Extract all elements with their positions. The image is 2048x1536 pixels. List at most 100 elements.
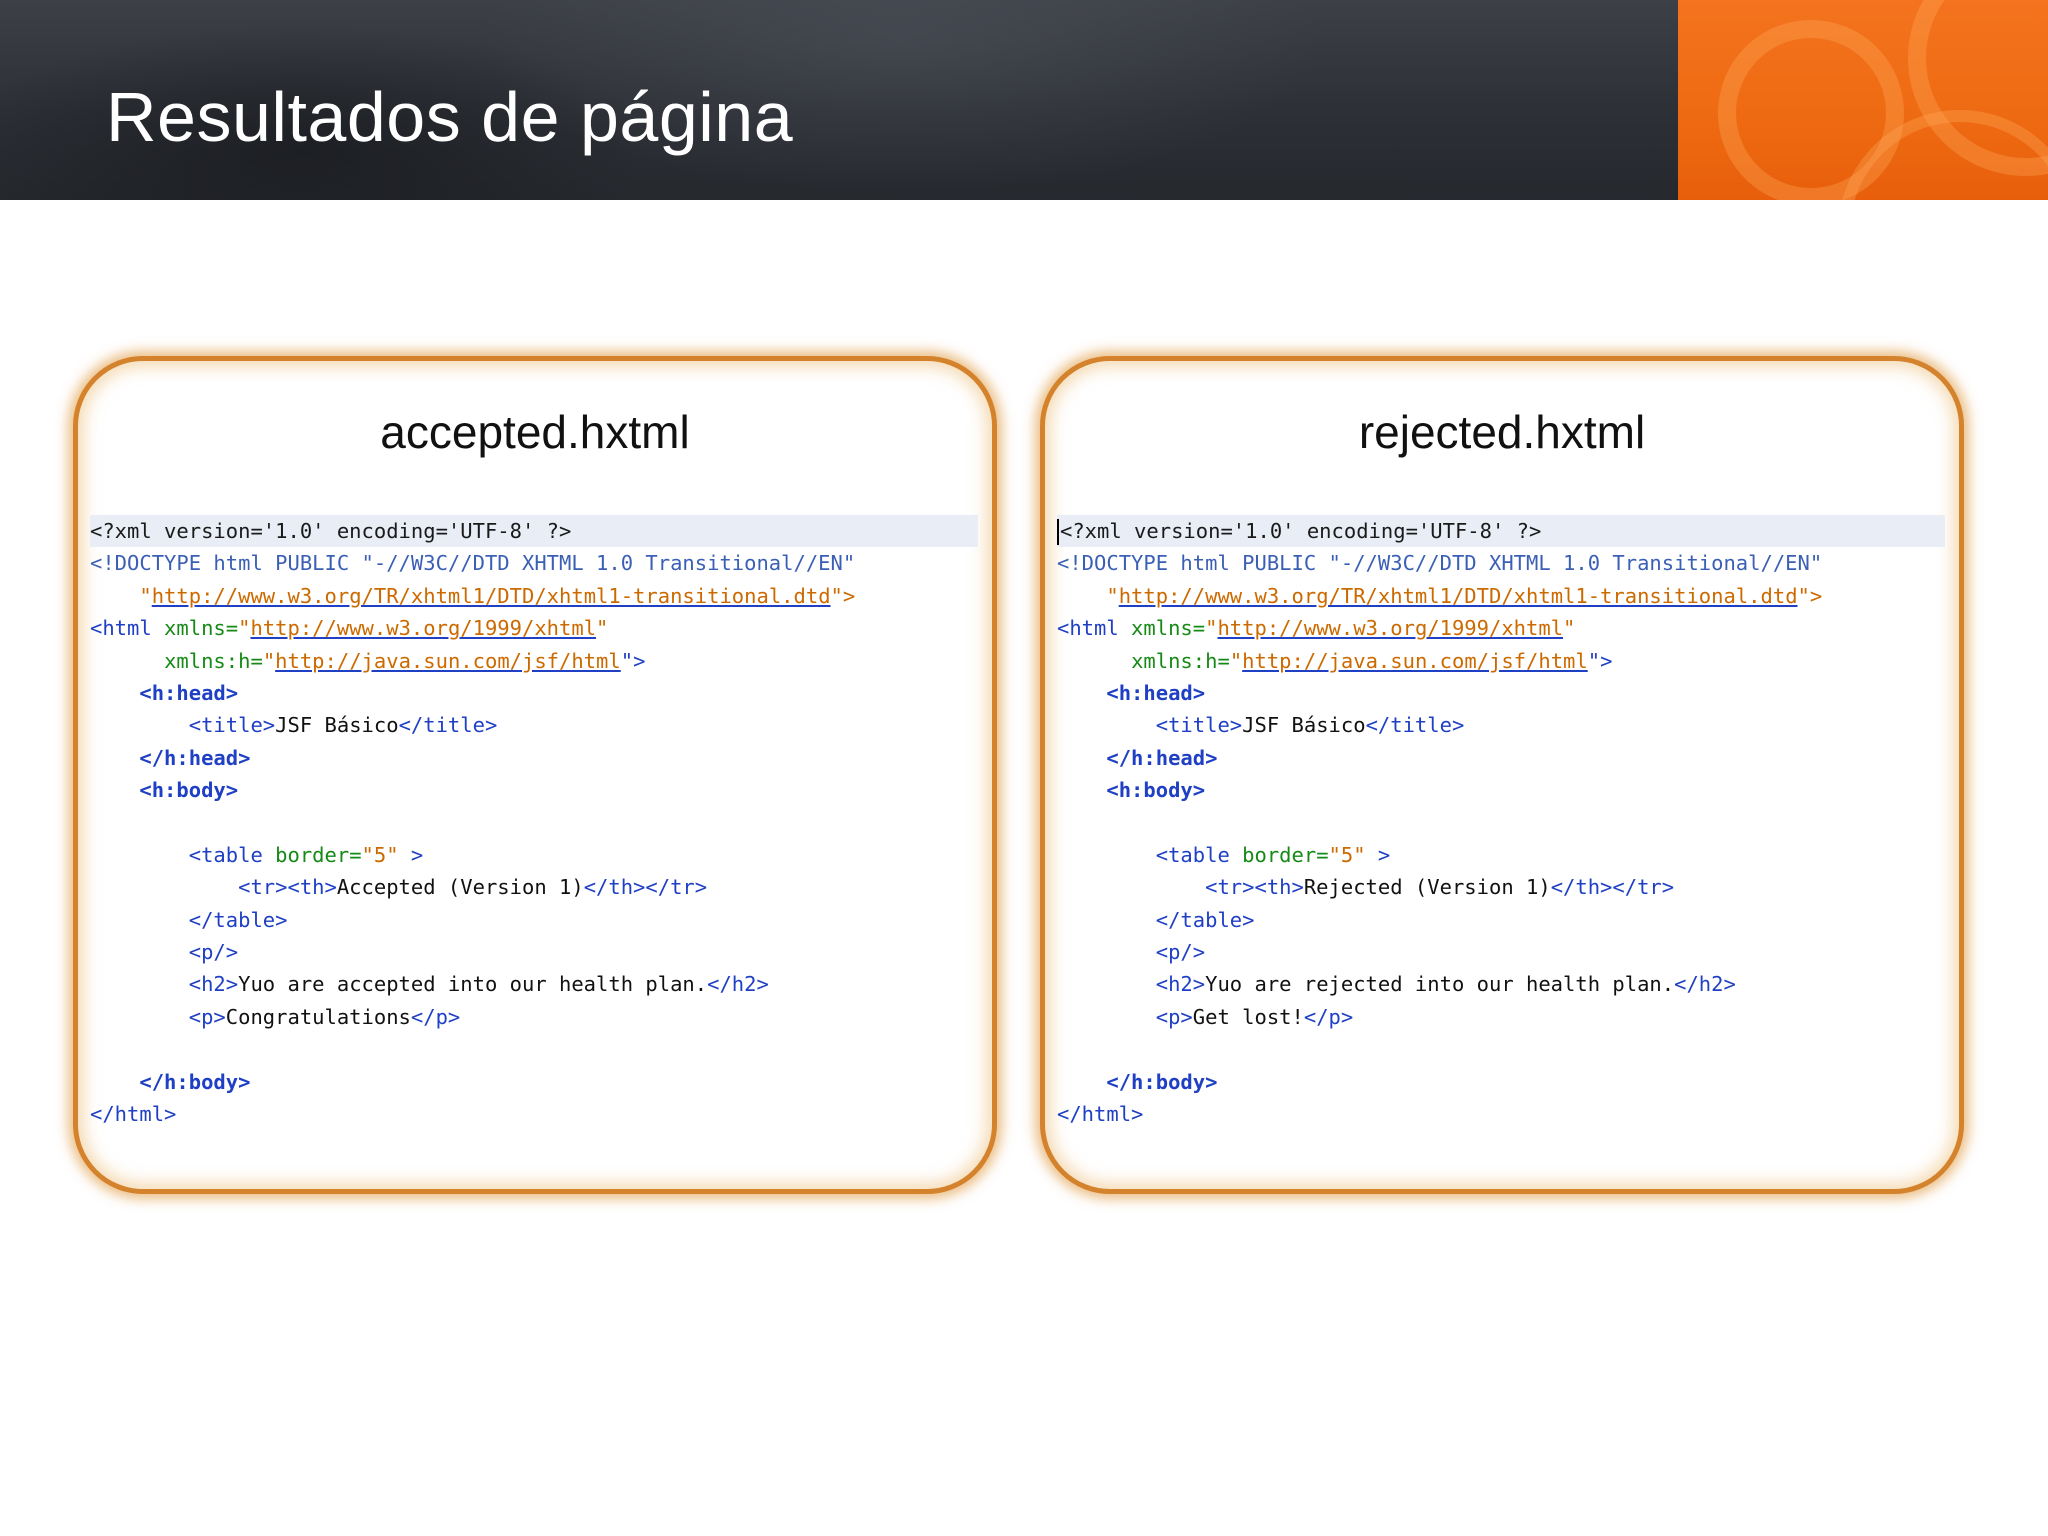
accepted-code-panel: accepted.hxtml <?xml version='1.0' encod…: [73, 356, 997, 1194]
tag: </h:head>: [90, 745, 251, 770]
tag: </title>: [1365, 713, 1465, 738]
attribute: xmlns:h=: [1131, 648, 1230, 673]
code-line: </html>: [90, 1098, 978, 1130]
tag: </th></tr>: [1550, 875, 1675, 900]
panel-title: rejected.hxtml: [1358, 406, 1646, 458]
code-line: <p/>: [90, 936, 978, 968]
code-line: <?xml version='1.0' encoding='UTF-8' ?>: [90, 515, 978, 548]
attribute: border=: [262, 842, 362, 867]
code-line: <?xml version='1.0' encoding='UTF-8' ?>: [1057, 515, 1945, 548]
code-line: xmlns:h="http://java.sun.com/jsf/html">: [1057, 645, 1945, 677]
code-line: </h:head>: [90, 742, 978, 774]
code-line: <p/>: [1057, 936, 1945, 968]
code-line: </html>: [1057, 1098, 1945, 1130]
text: Rejected (Version 1): [1303, 875, 1551, 900]
code-line: "http://www.w3.org/TR/xhtml1/DTD/xhtml1-…: [1057, 580, 1945, 612]
code-line: <title>JSF Básico</title>: [1057, 709, 1945, 741]
tag: <h:body>: [1057, 778, 1206, 803]
tag: >: [1365, 842, 1391, 867]
attribute-value: "5": [361, 842, 399, 867]
tag: </h2>: [707, 972, 769, 997]
quote: ": [1057, 583, 1119, 608]
tag: </h:head>: [1057, 745, 1218, 770]
attribute-value: "5": [1328, 842, 1366, 867]
text: JSF Básico: [275, 713, 399, 738]
jsf-namespace-link[interactable]: http://java.sun.com/jsf/html: [1242, 649, 1588, 673]
quote: ": [90, 583, 152, 608]
code-line: "http://www.w3.org/TR/xhtml1/DTD/xhtml1-…: [90, 580, 978, 612]
text: Yuo are accepted into our health plan.: [238, 972, 708, 997]
tag: <html: [90, 616, 152, 641]
text: Accepted (Version 1): [336, 875, 584, 900]
code-line: <h2>Yuo are accepted into our health pla…: [90, 968, 978, 1000]
tag: ">: [620, 648, 646, 673]
code-listing: <?xml version='1.0' encoding='UTF-8' ?> …: [90, 515, 978, 1130]
tag: <h2>: [90, 972, 239, 997]
code-listing: <?xml version='1.0' encoding='UTF-8' ?> …: [1057, 515, 1945, 1130]
rejected-code-panel: rejected.hxtml <?xml version='1.0' encod…: [1040, 356, 1964, 1194]
attribute: border=: [1229, 842, 1329, 867]
quote: ": [1205, 616, 1218, 641]
code-line: <tr><th>Rejected (Version 1)</th></tr>: [1057, 871, 1945, 903]
tag: ">: [1587, 648, 1613, 673]
jsf-namespace-link[interactable]: http://java.sun.com/jsf/html: [275, 649, 621, 673]
code-line: <table border="5" >: [1057, 839, 1945, 871]
code-line: <title>JSF Básico</title>: [90, 709, 978, 741]
tag: <p/>: [90, 940, 239, 965]
text: Yuo are rejected into our health plan.: [1205, 972, 1675, 997]
code-line: xmlns:h="http://java.sun.com/jsf/html">: [90, 645, 978, 677]
tag: </title>: [398, 713, 498, 738]
code-line: </table>: [1057, 904, 1945, 936]
dtd-link[interactable]: http://www.w3.org/TR/xhtml1/DTD/xhtml1-t…: [152, 584, 831, 608]
text-cursor: [1057, 519, 1059, 545]
quote: ": [1229, 648, 1243, 673]
xhtml-namespace-link[interactable]: http://www.w3.org/1999/xhtml: [250, 616, 596, 640]
tag: >: [398, 842, 424, 867]
xhtml-namespace-link[interactable]: http://www.w3.org/1999/xhtml: [1217, 616, 1563, 640]
tag: </table>: [90, 907, 288, 932]
code-line: </h:body>: [90, 1066, 978, 1098]
tag: <p/>: [1057, 940, 1206, 965]
code-line: <!DOCTYPE html PUBLIC "-//W3C//DTD XHTML…: [90, 547, 978, 579]
quote: ">: [830, 583, 856, 608]
tag: </th></tr>: [583, 875, 708, 900]
code-line: </table>: [90, 904, 978, 936]
tag: <table: [90, 842, 263, 867]
quote: ": [596, 616, 609, 641]
tag: <title>: [1057, 713, 1243, 738]
page-title: Resultados de página: [106, 78, 794, 156]
code-line: <h2>Yuo are rejected into our health pla…: [1057, 968, 1945, 1000]
tag: </h:body>: [90, 1069, 251, 1094]
quote: ": [238, 616, 251, 641]
dtd-link[interactable]: http://www.w3.org/TR/xhtml1/DTD/xhtml1-t…: [1119, 584, 1798, 608]
slide-header: Resultados de página: [0, 0, 2048, 200]
tag: <tr><th>: [1057, 875, 1304, 900]
code-line: <tr><th>Accepted (Version 1)</th></tr>: [90, 871, 978, 903]
tag: <table: [1057, 842, 1230, 867]
quote: ">: [1797, 583, 1823, 608]
tag: </p>: [1303, 1004, 1354, 1029]
quote: ": [262, 648, 276, 673]
attribute: xmlns=: [1118, 616, 1206, 641]
tag: <h:head>: [90, 680, 239, 705]
xml-declaration: <?xml version='1.0' encoding='UTF-8' ?>: [90, 519, 572, 543]
doctype: <!DOCTYPE html PUBLIC "-//W3C//DTD XHTML…: [90, 551, 856, 576]
tag: <html: [1057, 616, 1119, 641]
xml-declaration: <?xml version='1.0' encoding='UTF-8' ?>: [1060, 519, 1542, 543]
tag: <h:body>: [90, 778, 239, 803]
tag: </h2>: [1674, 972, 1736, 997]
code-line: <html xmlns="http://www.w3.org/1999/xhtm…: [1057, 612, 1945, 644]
tag: <p>: [1057, 1004, 1193, 1029]
tag: </html>: [1057, 1102, 1144, 1127]
doctype: <!DOCTYPE html PUBLIC "-//W3C//DTD XHTML…: [1057, 551, 1823, 576]
attribute: xmlns=: [151, 616, 239, 641]
tag: <p>: [90, 1004, 226, 1029]
text: JSF Básico: [1242, 713, 1366, 738]
quote: ": [1563, 616, 1576, 641]
tag: </p>: [410, 1004, 461, 1029]
tag: <h2>: [1057, 972, 1206, 997]
